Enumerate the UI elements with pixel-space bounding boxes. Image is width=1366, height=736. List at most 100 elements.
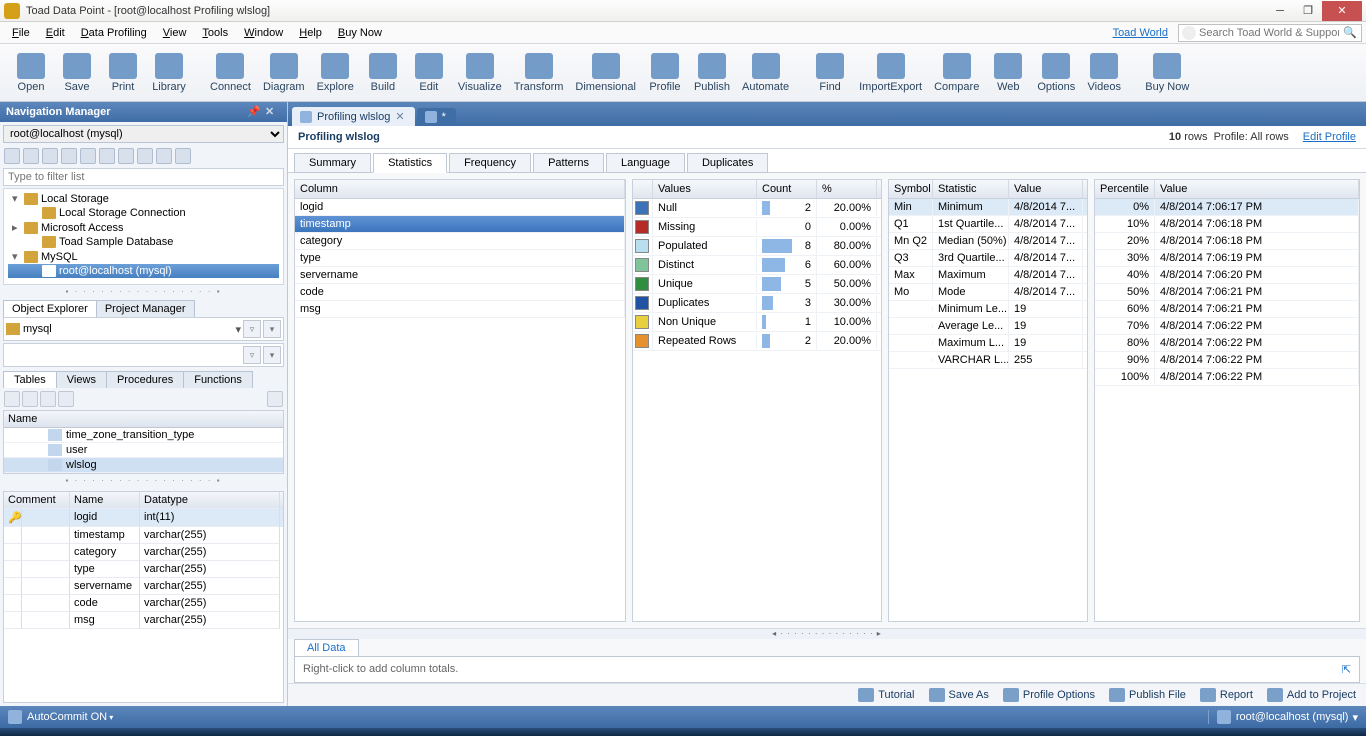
pin-icon[interactable]: 📌 bbox=[247, 105, 263, 119]
mini-btn[interactable] bbox=[4, 148, 20, 164]
tt-btn[interactable] bbox=[40, 391, 56, 407]
search-go-icon[interactable]: 🔍 bbox=[1342, 26, 1358, 40]
connection-tree[interactable]: ▾Local StorageLocal Storage Connection▸M… bbox=[3, 188, 284, 285]
objtab-views[interactable]: Views bbox=[56, 371, 107, 388]
nav-close-icon[interactable]: ✕ bbox=[265, 105, 281, 119]
values-header[interactable] bbox=[633, 180, 653, 198]
mini-btn[interactable] bbox=[175, 148, 191, 164]
toolbar-open[interactable]: Open bbox=[8, 51, 54, 95]
doc-tab[interactable]: Profiling wlslog✕ bbox=[292, 107, 415, 126]
schema-header[interactable]: Comment bbox=[4, 492, 70, 509]
perc-header[interactable]: Percentile bbox=[1095, 180, 1155, 198]
tt-btn[interactable] bbox=[22, 391, 38, 407]
toolbar-web[interactable]: Web bbox=[985, 51, 1031, 95]
perc-row[interactable]: 20%4/8/2014 7:06:18 PM bbox=[1095, 233, 1359, 250]
subtab-object-explorer[interactable]: Object Explorer bbox=[3, 300, 97, 317]
search-input[interactable] bbox=[1199, 27, 1339, 39]
stats-row[interactable]: Q11st Quartile...4/8/2014 7... bbox=[889, 216, 1087, 233]
objtab-procedures[interactable]: Procedures bbox=[106, 371, 184, 388]
toolbar-profile[interactable]: Profile bbox=[642, 51, 688, 95]
stats-header[interactable]: Value bbox=[1009, 180, 1083, 198]
menu-buy-now[interactable]: Buy Now bbox=[330, 25, 390, 41]
filter-icon[interactable]: ▿ bbox=[243, 320, 261, 338]
objtab-functions[interactable]: Functions bbox=[183, 371, 253, 388]
funnel-icon[interactable]: ▾ bbox=[263, 346, 281, 364]
perc-row[interactable]: 90%4/8/2014 7:06:22 PM bbox=[1095, 352, 1359, 369]
stats-row[interactable]: Maximum L...19 bbox=[889, 335, 1087, 352]
search-box[interactable]: 🔍 bbox=[1178, 24, 1362, 42]
table-row[interactable]: wlslog bbox=[4, 458, 283, 473]
popout-icon[interactable]: ⇱ bbox=[1342, 663, 1351, 676]
column-row[interactable]: category bbox=[295, 233, 625, 250]
mini-btn[interactable] bbox=[23, 148, 39, 164]
perc-row[interactable]: 60%4/8/2014 7:06:21 PM bbox=[1095, 301, 1359, 318]
mini-btn[interactable] bbox=[156, 148, 172, 164]
tab-close-icon[interactable]: ✕ bbox=[395, 110, 404, 123]
connection-selector[interactable]: root@localhost (mysql) bbox=[3, 125, 284, 143]
stats-row[interactable]: Q33rd Quartile...4/8/2014 7... bbox=[889, 250, 1087, 267]
toolbar-automate[interactable]: Automate bbox=[736, 51, 795, 95]
values-row[interactable]: Null220.00% bbox=[633, 199, 881, 218]
tree-item[interactable]: Local Storage Connection bbox=[8, 206, 279, 220]
stats-row[interactable]: MaxMaximum4/8/2014 7... bbox=[889, 267, 1087, 284]
tt-btn[interactable] bbox=[4, 391, 20, 407]
column-row[interactable]: msg bbox=[295, 301, 625, 318]
toolbar-importexport[interactable]: ImportExport bbox=[853, 51, 928, 95]
stats-row[interactable]: Average Le...19 bbox=[889, 318, 1087, 335]
values-row[interactable]: Distinct660.00% bbox=[633, 256, 881, 275]
values-row[interactable]: Populated880.00% bbox=[633, 237, 881, 256]
profile-tab-summary[interactable]: Summary bbox=[294, 153, 371, 173]
minimize-button[interactable]: ─ bbox=[1266, 1, 1294, 21]
toolbar-print[interactable]: Print bbox=[100, 51, 146, 95]
close-button[interactable]: ✕ bbox=[1322, 1, 1362, 21]
stats-row[interactable]: MinMinimum4/8/2014 7... bbox=[889, 199, 1087, 216]
schema-row[interactable]: 🔑logidint(11) bbox=[4, 509, 283, 527]
stats-header[interactable]: Statistic bbox=[933, 180, 1009, 198]
tables-list[interactable]: Name time_zone_transition_typeuserwlslog bbox=[3, 410, 284, 474]
stats-row[interactable]: VARCHAR L...255 bbox=[889, 352, 1087, 369]
autocommit-toggle[interactable]: AutoCommit ON bbox=[27, 711, 113, 723]
toolbar-diagram[interactable]: Diagram bbox=[257, 51, 311, 95]
perc-row[interactable]: 80%4/8/2014 7:06:22 PM bbox=[1095, 335, 1359, 352]
column-row[interactable]: servername bbox=[295, 267, 625, 284]
action-add-to-project[interactable]: Add to Project bbox=[1267, 688, 1356, 702]
menu-tools[interactable]: Tools bbox=[194, 25, 236, 41]
schema-row[interactable]: typevarchar(255) bbox=[4, 561, 283, 578]
perc-row[interactable]: 0%4/8/2014 7:06:17 PM bbox=[1095, 199, 1359, 216]
toolbar-dimensional[interactable]: Dimensional bbox=[569, 51, 642, 95]
tree-item[interactable]: ▸Microsoft Access bbox=[8, 220, 279, 235]
perc-row[interactable]: 50%4/8/2014 7:06:21 PM bbox=[1095, 284, 1359, 301]
schema-row[interactable]: timestampvarchar(255) bbox=[4, 527, 283, 544]
maximize-button[interactable]: ❐ bbox=[1294, 1, 1322, 21]
doc-tab[interactable]: * bbox=[417, 108, 456, 126]
profile-tab-duplicates[interactable]: Duplicates bbox=[687, 153, 768, 173]
menu-file[interactable]: File bbox=[4, 25, 38, 41]
toad-world-link[interactable]: Toad World bbox=[1113, 27, 1168, 39]
db-selector[interactable]: mysql ▾ ▿ ▾ bbox=[3, 317, 284, 341]
collapse-handle[interactable]: ◂ · · · · · · · · · · · · · · ▸ bbox=[288, 628, 1366, 639]
values-row[interactable]: Duplicates330.00% bbox=[633, 294, 881, 313]
mini-btn[interactable] bbox=[80, 148, 96, 164]
column-row[interactable]: type bbox=[295, 250, 625, 267]
schema-row[interactable]: categoryvarchar(255) bbox=[4, 544, 283, 561]
toolbar-edit[interactable]: Edit bbox=[406, 51, 452, 95]
status-connection[interactable]: root@localhost (mysql) bbox=[1236, 711, 1349, 723]
menu-edit[interactable]: Edit bbox=[38, 25, 73, 41]
column-row[interactable]: timestamp bbox=[295, 216, 625, 233]
toolbar-videos[interactable]: Videos bbox=[1081, 51, 1127, 95]
stats-header[interactable]: Symbol bbox=[889, 180, 933, 198]
mini-btn[interactable] bbox=[137, 148, 153, 164]
toolbar-compare[interactable]: Compare bbox=[928, 51, 985, 95]
menu-view[interactable]: View bbox=[155, 25, 195, 41]
toolbar-transform[interactable]: Transform bbox=[508, 51, 570, 95]
action-report[interactable]: Report bbox=[1200, 688, 1253, 702]
toolbar-save[interactable]: Save bbox=[54, 51, 100, 95]
values-header[interactable]: Values bbox=[653, 180, 757, 198]
tree-item[interactable]: root@localhost (mysql) bbox=[8, 264, 279, 278]
values-row[interactable]: Unique550.00% bbox=[633, 275, 881, 294]
objtab-tables[interactable]: Tables bbox=[3, 371, 57, 388]
table-row[interactable]: user bbox=[4, 443, 283, 458]
action-tutorial[interactable]: Tutorial bbox=[858, 688, 914, 702]
schema-row[interactable]: codevarchar(255) bbox=[4, 595, 283, 612]
perc-row[interactable]: 100%4/8/2014 7:06:22 PM bbox=[1095, 369, 1359, 386]
